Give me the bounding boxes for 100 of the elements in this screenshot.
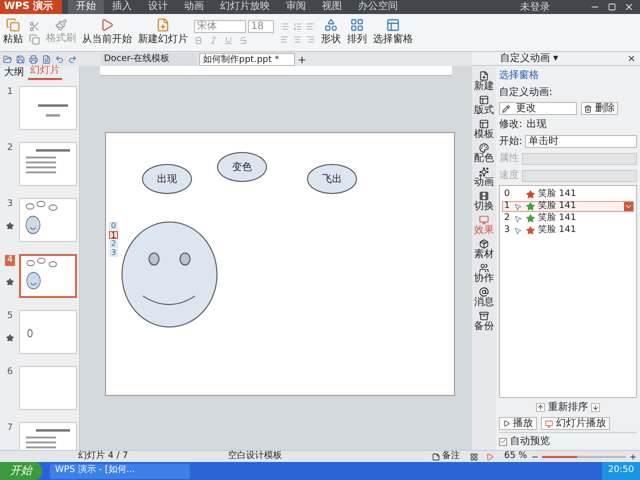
slide-thumbnail[interactable] bbox=[19, 254, 77, 298]
animation-tag[interactable]: 3 bbox=[109, 249, 118, 257]
effect-item[interactable]: 3 笑脸 141 bbox=[502, 225, 634, 236]
effect-index: 1 bbox=[503, 200, 511, 213]
close-icon[interactable] bbox=[624, 2, 634, 12]
reorder-label: 重新排序 bbox=[548, 400, 588, 415]
app-menu-button[interactable]: WPS 演示 bbox=[0, 0, 62, 14]
selection-pane-link[interactable]: 选择窗格 bbox=[499, 68, 637, 83]
effect-index: 3 bbox=[503, 224, 511, 237]
tool-icon bbox=[479, 95, 489, 105]
notes-icon[interactable] bbox=[432, 452, 440, 460]
menu-tab[interactable]: 审阅 bbox=[278, 0, 314, 14]
change-button[interactable]: 更改 bbox=[499, 102, 577, 115]
cut-icon[interactable] bbox=[29, 20, 40, 32]
panel-tab[interactable]: 幻灯片 bbox=[28, 63, 62, 80]
taskbar-window-button[interactable]: WPS 演示 - [如何... bbox=[50, 464, 190, 478]
ellipse-shape[interactable]: 出现 bbox=[142, 164, 192, 194]
new-slide-button[interactable]: 新建幻灯片 bbox=[138, 18, 188, 47]
play-button[interactable]: 播放 bbox=[499, 417, 537, 430]
effect-item[interactable]: 2 笑脸 141 bbox=[502, 213, 634, 224]
view-icon[interactable] bbox=[470, 452, 478, 460]
toolbar-icon[interactable] bbox=[68, 54, 77, 64]
slide-number: 5 bbox=[7, 311, 13, 322]
screen-icon bbox=[545, 420, 553, 428]
zoom-in-icon[interactable] bbox=[629, 452, 637, 460]
slide-thumbnail[interactable] bbox=[19, 86, 77, 130]
effect-item[interactable]: 1 笑脸 141 bbox=[502, 201, 634, 212]
slide-number: 4 bbox=[5, 255, 15, 266]
from-current-button[interactable]: 从当前开始 bbox=[82, 18, 132, 47]
play-icon bbox=[100, 18, 114, 32]
slide-thumbnail[interactable] bbox=[19, 142, 77, 186]
new-tab-icon[interactable] bbox=[297, 54, 307, 64]
modify-label: 修改: bbox=[499, 118, 522, 132]
pane-title[interactable]: 自定义动画 ▾ bbox=[500, 51, 558, 66]
checkbox[interactable] bbox=[499, 438, 507, 446]
menu-tab[interactable]: 设计 bbox=[140, 0, 176, 14]
side-tool-button[interactable]: 新建 bbox=[473, 70, 495, 93]
selection-pane-button[interactable]: 选择窗格 bbox=[373, 18, 413, 47]
slideshow-icon[interactable] bbox=[486, 452, 494, 460]
animation-tag[interactable]: 0 bbox=[109, 222, 118, 230]
arrange-button[interactable]: 排列 bbox=[347, 18, 367, 47]
side-tool-button[interactable]: 消息 bbox=[473, 286, 495, 309]
animation-tag[interactable]: 1 bbox=[109, 231, 118, 239]
move-down-icon[interactable] bbox=[591, 403, 600, 412]
menu-tab[interactable]: 幻灯片放映 bbox=[212, 0, 278, 14]
slideshow-button[interactable]: 幻灯片播放 bbox=[541, 417, 610, 430]
side-tool-button[interactable]: 配色 bbox=[473, 142, 495, 165]
side-tool-button[interactable]: 备份 bbox=[473, 310, 495, 333]
effect-name: 笑脸 141 bbox=[538, 188, 576, 200]
tool-icon bbox=[479, 191, 489, 201]
menu-tab[interactable]: 动画 bbox=[176, 0, 212, 14]
side-tool-button[interactable]: 动画 bbox=[473, 166, 495, 189]
toolbar-icon[interactable] bbox=[3, 54, 12, 64]
slide-thumbnail[interactable] bbox=[19, 366, 77, 410]
smiley-face[interactable] bbox=[121, 221, 218, 328]
side-tool-button[interactable]: 版式 bbox=[473, 94, 495, 117]
effect-name: 笑脸 141 bbox=[538, 200, 576, 212]
tool-icon bbox=[479, 239, 489, 249]
toolbar-icon[interactable] bbox=[55, 54, 64, 64]
move-up-icon[interactable] bbox=[536, 403, 545, 412]
toolbar-icon[interactable] bbox=[42, 54, 51, 64]
restore-icon[interactable] bbox=[608, 3, 616, 11]
ellipse-shape[interactable]: 飞出 bbox=[307, 164, 357, 194]
toolbar-icon[interactable] bbox=[29, 54, 38, 64]
play-icon bbox=[503, 420, 510, 427]
document-tab[interactable]: 如何制作ppt.ppt * bbox=[199, 52, 295, 66]
font-name-field[interactable]: 宋体 bbox=[194, 20, 246, 33]
menu-tab[interactable]: 插入 bbox=[104, 0, 140, 14]
animation-tag[interactable]: 2 bbox=[109, 240, 118, 248]
paste-button[interactable]: 粘贴 bbox=[3, 18, 23, 47]
template-name: 空白设计模板 bbox=[228, 450, 282, 463]
ellipse-shape[interactable]: 变色 bbox=[217, 152, 267, 182]
slide-thumbnail[interactable] bbox=[19, 198, 77, 242]
start-button[interactable]: 开始 bbox=[0, 462, 42, 480]
font-size-field[interactable]: 18 bbox=[248, 20, 274, 33]
login-status[interactable]: 未登录 bbox=[520, 0, 550, 14]
side-tool-button[interactable]: 素材 bbox=[473, 238, 495, 261]
side-tool-button[interactable]: 切换 bbox=[473, 190, 495, 213]
slide-number: 1 bbox=[7, 87, 13, 98]
menu-tab[interactable]: 办公空间 bbox=[350, 0, 406, 14]
close-icon[interactable] bbox=[627, 54, 636, 63]
slide-thumbnail[interactable] bbox=[19, 310, 77, 354]
menu-tab[interactable]: 视图 bbox=[314, 0, 350, 14]
effect-item[interactable]: 0 笑脸 141 bbox=[502, 189, 634, 200]
shape-button[interactable]: 形状 bbox=[321, 18, 341, 47]
section-label: 自定义动画: bbox=[499, 86, 554, 100]
side-tool-button[interactable]: 模板 bbox=[473, 118, 495, 141]
side-tool-button[interactable]: 协作 bbox=[473, 262, 495, 285]
notes-label[interactable]: 备注 bbox=[442, 450, 460, 464]
document-tab[interactable]: Docer-在线模板 bbox=[101, 52, 197, 66]
toolbar-icon[interactable] bbox=[16, 54, 25, 64]
modify-value: 出现 bbox=[526, 118, 546, 132]
delete-button[interactable]: 删除 bbox=[581, 102, 618, 115]
slide-number: 3 bbox=[7, 199, 13, 210]
dropdown-icon[interactable] bbox=[624, 202, 633, 211]
start-dropdown[interactable]: 单击时 bbox=[525, 135, 637, 148]
slide-number: 2 bbox=[7, 143, 13, 154]
menu-tab[interactable]: 开始 bbox=[68, 0, 104, 14]
copy-icon[interactable] bbox=[29, 34, 40, 44]
panel-tab[interactable]: 大纲 bbox=[2, 65, 26, 80]
